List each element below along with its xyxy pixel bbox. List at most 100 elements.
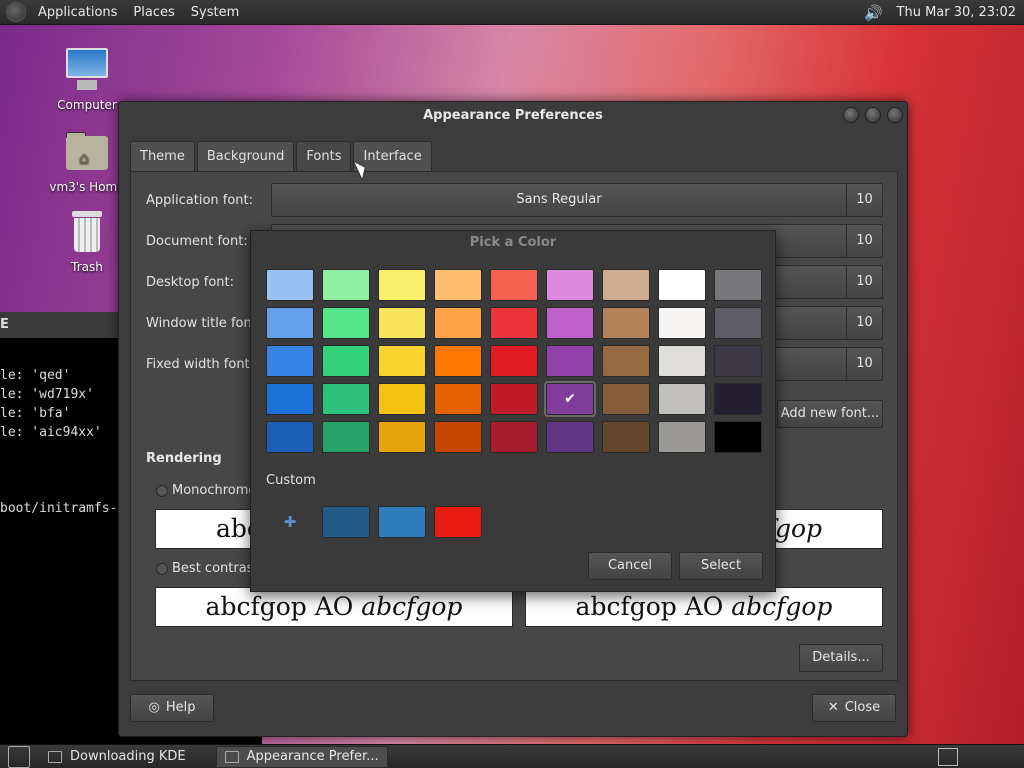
close-label: Close (844, 700, 881, 715)
color-swatch[interactable] (546, 307, 594, 339)
color-swatch[interactable] (602, 345, 650, 377)
font-size: 10 (846, 225, 882, 257)
color-swatch[interactable] (658, 421, 706, 453)
color-swatch[interactable] (714, 345, 762, 377)
color-swatch[interactable] (714, 269, 762, 301)
application-font-button[interactable]: Sans Regular 10 (271, 183, 883, 217)
custom-color-swatch[interactable] (322, 506, 370, 538)
color-swatch[interactable] (658, 307, 706, 339)
color-swatch[interactable] (658, 269, 706, 301)
terminal-icon (48, 750, 62, 763)
color-swatch[interactable] (546, 421, 594, 453)
monochrome-option[interactable]: Monochrome (156, 483, 256, 498)
color-swatch[interactable] (322, 269, 370, 301)
color-swatch[interactable] (266, 307, 314, 339)
color-swatch[interactable] (490, 421, 538, 453)
select-button[interactable]: Select (679, 552, 763, 580)
custom-heading: Custom (266, 473, 316, 488)
color-swatch[interactable] (714, 383, 762, 415)
menu-system[interactable]: System (183, 0, 247, 25)
details-button[interactable]: Details... (799, 644, 883, 672)
color-swatch[interactable] (602, 307, 650, 339)
color-swatch[interactable] (602, 421, 650, 453)
tab-theme[interactable]: Theme (130, 141, 195, 171)
tab-interface[interactable]: Interface (353, 141, 432, 171)
home-folder-icon: ⌂ (63, 128, 111, 176)
color-swatch[interactable] (434, 269, 482, 301)
color-swatch[interactable] (434, 421, 482, 453)
close-window-button[interactable] (887, 107, 903, 123)
color-swatch[interactable] (434, 307, 482, 339)
radio-button[interactable] (156, 562, 168, 575)
color-swatch[interactable] (266, 421, 314, 453)
menu-applications[interactable]: Applications (30, 0, 125, 25)
color-swatch[interactable] (266, 269, 314, 301)
speaker-icon[interactable]: 🔊 (863, 2, 885, 24)
color-swatch[interactable] (434, 383, 482, 415)
preview-text-regular: abcfgop AO (205, 592, 362, 621)
custom-color-swatch[interactable] (434, 506, 482, 538)
taskbar-item-downloading-kde[interactable]: Downloading KDE (40, 746, 194, 768)
subpixel-preview[interactable]: abcfgop AO abcfgop (525, 587, 883, 627)
color-swatch[interactable] (378, 421, 426, 453)
color-swatch[interactable] (434, 345, 482, 377)
tab-fonts[interactable]: Fonts (296, 141, 352, 171)
close-icon: ✕ (827, 700, 839, 715)
color-swatch[interactable] (602, 383, 650, 415)
color-swatch[interactable] (322, 383, 370, 415)
color-swatch[interactable] (378, 269, 426, 301)
desktop-icon-home[interactable]: ⌂ vm3's Home (47, 128, 127, 194)
preview-text-italic: abcfgop (361, 592, 463, 621)
color-swatch[interactable] (378, 345, 426, 377)
desktop-icon-trash[interactable]: Trash (47, 208, 127, 274)
color-swatch[interactable] (546, 269, 594, 301)
close-button[interactable]: ✕ Close (812, 694, 896, 722)
color-swatch[interactable] (266, 345, 314, 377)
color-swatch[interactable] (546, 345, 594, 377)
taskbar-item-appearance[interactable]: Appearance Prefer... (215, 745, 388, 768)
color-swatch[interactable] (714, 421, 762, 453)
color-swatch[interactable] (658, 345, 706, 377)
help-label: Help (165, 700, 196, 715)
desktop-icon-label: vm3's Home (49, 180, 125, 194)
color-swatch[interactable] (378, 383, 426, 415)
menu-places[interactable]: Places (125, 0, 182, 25)
show-desktop-icon[interactable] (8, 745, 30, 768)
help-button[interactable]: ◎ Help (130, 694, 214, 722)
add-custom-color-icon[interactable]: ✚ (266, 506, 314, 538)
color-swatch[interactable] (490, 307, 538, 339)
color-swatch[interactable] (266, 383, 314, 415)
cancel-button[interactable]: Cancel (588, 552, 672, 580)
color-swatch[interactable] (490, 269, 538, 301)
tab-background[interactable]: Background (196, 141, 295, 171)
distro-logo-icon[interactable] (6, 2, 26, 22)
color-swatch[interactable] (714, 307, 762, 339)
color-swatch[interactable] (322, 421, 370, 453)
panel-clock[interactable]: Thu Mar 30, 23:02 (889, 5, 1024, 20)
font-size: 10 (846, 348, 882, 380)
dialog-title: Appearance Preferences (423, 108, 603, 123)
workspace-switcher-icon[interactable] (938, 748, 958, 766)
dialog-titlebar[interactable]: Appearance Preferences (119, 102, 907, 130)
color-swatch[interactable] (490, 383, 538, 415)
minimize-button[interactable] (843, 107, 859, 123)
best-contrast-preview[interactable]: abcfgop AO abcfgop (155, 587, 513, 627)
desktop-icon-computer[interactable]: Computer (47, 46, 127, 112)
color-swatch[interactable] (322, 307, 370, 339)
maximize-button[interactable] (865, 107, 881, 123)
color-swatch[interactable] (490, 345, 538, 377)
radio-button[interactable] (156, 484, 168, 497)
color-swatch[interactable] (378, 307, 426, 339)
picker-title: Pick a Color (469, 235, 557, 250)
panel-menu: Applications Places System (0, 0, 247, 25)
color-swatch[interactable] (658, 383, 706, 415)
add-new-font-button[interactable]: Add new font... (777, 400, 883, 428)
color-swatch[interactable] (322, 345, 370, 377)
color-swatch[interactable]: ✔ (544, 381, 596, 417)
best-contrast-option[interactable]: Best contrast (156, 561, 259, 576)
color-swatch[interactable] (602, 269, 650, 301)
preview-text-regular: abcfgop AO (575, 592, 732, 621)
top-panel: Applications Places System 🔊 Thu Mar 30,… (0, 0, 1024, 25)
preview-text-italic: abcfgop (731, 592, 833, 621)
custom-color-swatch[interactable] (378, 506, 426, 538)
